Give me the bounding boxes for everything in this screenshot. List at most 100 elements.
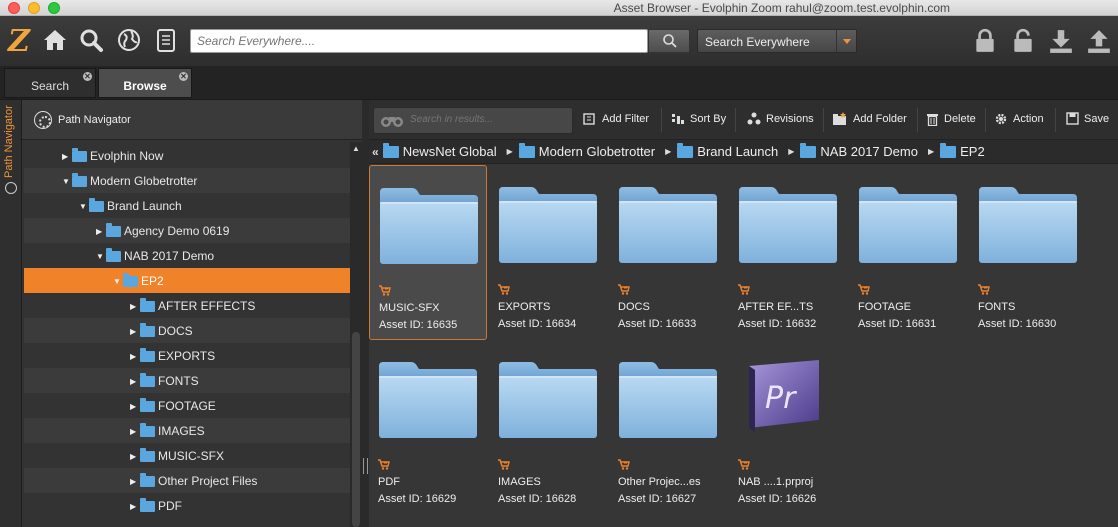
tree-item[interactable]: ▶ MUSIC-SFX [24, 443, 350, 468]
download-icon[interactable] [1048, 28, 1074, 54]
action-button[interactable]: Action [994, 112, 1044, 126]
cart-icon[interactable] [738, 284, 750, 295]
tree-item[interactable]: ▶ EXPORTS [24, 343, 350, 368]
asset-tile-folder[interactable]: EXPORTS Asset ID: 16634 [489, 165, 607, 340]
collapsed-arrow-icon[interactable]: ▶ [130, 327, 140, 336]
cart-icon[interactable] [498, 284, 510, 295]
tree-item[interactable]: ▼ NAB 2017 Demo [24, 243, 350, 268]
folder-icon [499, 362, 597, 438]
tree-item[interactable]: ▶ FONTS [24, 368, 350, 393]
expanded-arrow-icon[interactable]: ▼ [113, 277, 123, 286]
tab-browse[interactable]: Browse ✕ [98, 68, 192, 98]
asset-tile-folder[interactable]: FONTS Asset ID: 16630 [969, 165, 1087, 340]
asset-tile-folder[interactable]: PDF Asset ID: 16629 [369, 340, 487, 515]
global-search-button[interactable] [648, 29, 690, 53]
app-logo[interactable]: Z [8, 26, 30, 58]
tree-item-content: ▶ PDF [130, 497, 182, 513]
navigator-icon[interactable] [5, 182, 17, 194]
upload-icon[interactable] [1086, 28, 1112, 54]
breadcrumb-item[interactable]: Modern Globetrotter [518, 142, 655, 159]
scroll-up-icon[interactable]: ▲ [352, 144, 360, 153]
collapsed-arrow-icon[interactable]: ▶ [130, 352, 140, 361]
cart-icon[interactable] [378, 459, 390, 470]
search-scope-select[interactable]: Search Everywhere [697, 29, 857, 53]
sort-by-button[interactable]: Sort By [671, 112, 726, 126]
results-search-field[interactable] [373, 107, 573, 134]
collapsed-arrow-icon[interactable]: ▶ [130, 502, 140, 511]
globe-icon[interactable] [116, 27, 142, 53]
revisions-label: Revisions [766, 113, 814, 125]
collapsed-arrow-icon[interactable]: ▶ [130, 452, 140, 461]
delete-button[interactable]: Delete [926, 112, 976, 126]
save-button[interactable]: Save [1066, 112, 1109, 125]
add-filter-label: Add Filter [602, 113, 650, 125]
cart-icon[interactable] [379, 285, 391, 296]
tree-item[interactable]: ▶ FOOTAGE [24, 393, 350, 418]
tree-item[interactable]: ▶ IMAGES [24, 418, 350, 443]
unlock-icon[interactable] [1010, 28, 1036, 54]
folder-icon [140, 322, 155, 337]
asset-tile-folder[interactable]: IMAGES Asset ID: 16628 [489, 340, 607, 515]
asset-name: Other Projec...es [618, 476, 701, 488]
panel-splitter[interactable] [362, 100, 369, 527]
asset-tile-folder[interactable]: FOOTAGE Asset ID: 16631 [849, 165, 967, 340]
expanded-arrow-icon[interactable]: ▼ [79, 202, 89, 211]
collapsed-arrow-icon[interactable]: ▶ [130, 477, 140, 486]
collapsed-arrow-icon[interactable]: ▶ [130, 402, 140, 411]
asset-tile-folder[interactable]: MUSIC-SFX Asset ID: 16635 [369, 165, 487, 340]
asset-tile-folder[interactable]: Other Projec...es Asset ID: 16627 [609, 340, 727, 515]
tree-item[interactable]: ▶ AFTER EFFECTS [24, 293, 350, 318]
breadcrumb-item[interactable]: NewsNet Global [382, 142, 497, 159]
breadcrumb-item[interactable]: Brand Launch [677, 142, 778, 159]
cart-icon[interactable] [618, 284, 630, 295]
cart-icon[interactable] [618, 459, 630, 470]
folder-icon [859, 187, 957, 263]
add-folder-button[interactable]: Add Folder [832, 112, 907, 126]
lock-icon[interactable] [972, 28, 998, 54]
asset-tile-file[interactable]: Pr NAB ....1.prproj Asset ID: 16626 [729, 340, 847, 515]
path-navigator-vertical-label[interactable]: Path Navigator [3, 105, 15, 178]
asset-tile-folder[interactable]: AFTER EF...TS Asset ID: 16632 [729, 165, 847, 340]
clipboard-icon[interactable] [153, 27, 179, 53]
tree-item[interactable]: ▼ Modern Globetrotter [24, 168, 350, 193]
collapsed-arrow-icon[interactable]: ▶ [96, 227, 106, 236]
add-filter-button[interactable]: Add Filter [583, 112, 649, 126]
search-icon[interactable] [78, 27, 104, 53]
scrollbar-thumb[interactable] [352, 332, 360, 527]
cart-icon[interactable] [498, 459, 510, 470]
tree-item[interactable]: ▼ EP2 [24, 268, 350, 293]
tab-search[interactable]: Search ✕ [4, 68, 96, 98]
collapsed-arrow-icon[interactable]: ▶ [130, 427, 140, 436]
close-icon[interactable]: ✕ [83, 72, 92, 81]
asset-tile-folder[interactable]: DOCS Asset ID: 16633 [609, 165, 727, 340]
cart-icon[interactable] [978, 284, 990, 295]
breadcrumb-back-icon[interactable]: « [372, 145, 379, 159]
tree-scrollbar[interactable]: ▲ [350, 142, 362, 527]
cart-icon[interactable] [738, 459, 750, 470]
tree-item-content: ▶ EXPORTS [130, 347, 215, 363]
results-search-input[interactable] [410, 114, 560, 125]
revisions-button[interactable]: Revisions [747, 112, 814, 126]
folder-icon [140, 497, 155, 512]
expanded-arrow-icon[interactable]: ▼ [62, 177, 72, 186]
expanded-arrow-icon[interactable]: ▼ [96, 252, 106, 261]
tree-item[interactable]: ▼ Brand Launch [24, 193, 350, 218]
global-search-input[interactable] [190, 29, 648, 53]
folder-icon [72, 172, 87, 187]
collapsed-arrow-icon[interactable]: ▶ [130, 302, 140, 311]
tree-item-label: Evolphin Now [90, 149, 164, 163]
cart-icon[interactable] [858, 284, 870, 295]
breadcrumb-item[interactable]: NAB 2017 Demo [800, 142, 918, 159]
collapsed-arrow-icon[interactable]: ▶ [130, 377, 140, 386]
close-icon[interactable]: ✕ [179, 72, 188, 81]
splitter-grip-icon[interactable] [363, 458, 368, 474]
tree-item[interactable]: ▶ Other Project Files [24, 468, 350, 493]
home-icon[interactable] [42, 27, 68, 53]
tree-item[interactable]: ▶ PDF [24, 493, 350, 518]
breadcrumb-item[interactable]: EP2 [940, 142, 985, 159]
tree-item[interactable]: ▶ DOCS [24, 318, 350, 343]
collapsed-arrow-icon[interactable]: ▶ [62, 152, 72, 161]
tree-item[interactable]: ▶ Agency Demo 0619 [24, 218, 350, 243]
tree-item[interactable]: ▶ Evolphin Now [24, 143, 350, 168]
binoculars-icon [381, 117, 403, 127]
